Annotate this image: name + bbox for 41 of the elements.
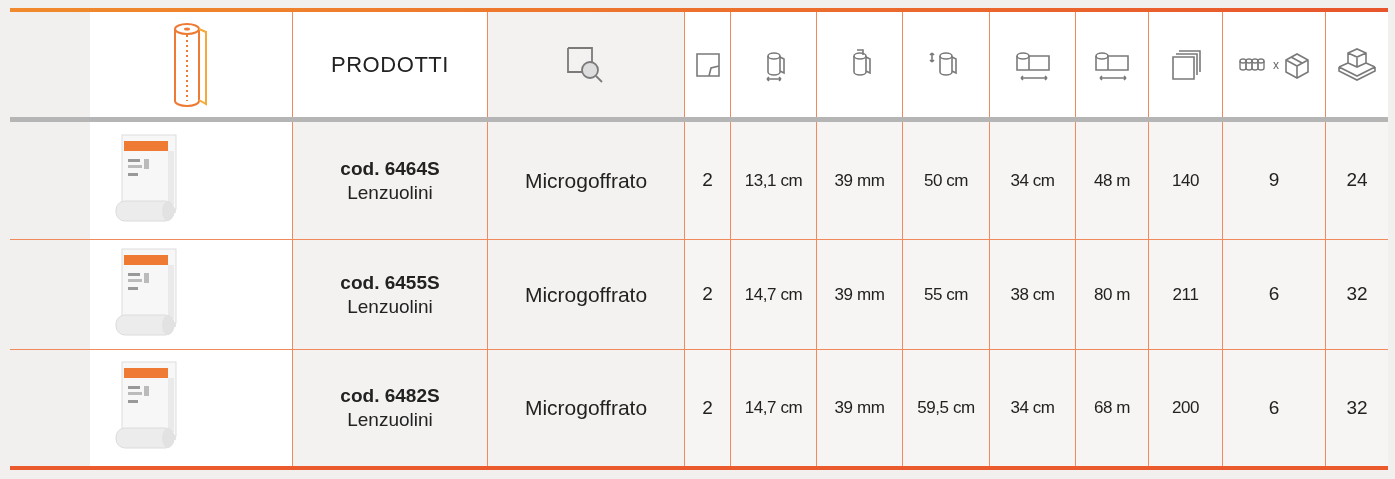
multiply-sign: x — [1273, 56, 1279, 74]
column-header: PRODOTTI — [330, 51, 450, 79]
table-cell-text: 39 mm — [834, 169, 885, 192]
table-cell-text: 59,5 cm — [917, 397, 975, 420]
product-code: cod. 6482S — [340, 384, 440, 408]
table-cell-text: 50 cm — [923, 169, 969, 192]
table-cell-text: 32 — [1346, 282, 1368, 307]
table-cell-text: 6 — [1268, 282, 1280, 307]
table-cell-text: 80 m — [1093, 283, 1131, 306]
table-cell-text: 48 m — [1093, 169, 1131, 192]
product-code: cod. 6455S — [340, 270, 440, 295]
table-cell-text: Microgoffrato — [524, 395, 648, 422]
product-code: cod. 6464S — [340, 156, 440, 181]
table-cell-text: 13,1 cm — [744, 169, 803, 192]
product-name: Lenzuolini — [347, 408, 433, 432]
table-cell-text: 200 — [1171, 397, 1200, 420]
table-cell-text: Microgoffrato — [524, 167, 648, 194]
table-cell-text: 2 — [702, 395, 713, 420]
table-cell-text: 211 — [1172, 283, 1199, 306]
product-name: Lenzuolini — [347, 180, 433, 205]
table-cell-text: 2 — [702, 282, 713, 307]
pallet-icon — [1336, 46, 1378, 83]
table-cell-text: 34 cm — [1010, 169, 1055, 192]
table-cell-text: 32 — [1346, 395, 1368, 420]
table-cell-text: 39 mm — [834, 283, 885, 306]
box-icon — [1283, 50, 1311, 79]
table-cell-text: 14,7 cm — [744, 397, 803, 420]
product-name: Lenzuolini — [347, 294, 433, 319]
table-cell-text: 34 cm — [1010, 397, 1055, 420]
table-cell-text: 6 — [1268, 395, 1280, 420]
table-cell-text: 2 — [702, 168, 713, 193]
table-cell-text: 39 mm — [834, 397, 885, 420]
table-cell-text: 140 — [1171, 169, 1200, 192]
table-cell-text: 9 — [1268, 168, 1280, 193]
table-cell-text: 68 m — [1093, 397, 1131, 420]
table-cell-text: 14,7 cm — [744, 283, 803, 306]
table-cell-text: Microgoffrato — [524, 281, 648, 308]
table-cell-text: 38 cm — [1010, 283, 1055, 306]
folded-sheet-icon — [693, 50, 722, 79]
table-cell-text: 55 cm — [923, 283, 969, 306]
table-cell-text: 24 — [1346, 168, 1368, 193]
